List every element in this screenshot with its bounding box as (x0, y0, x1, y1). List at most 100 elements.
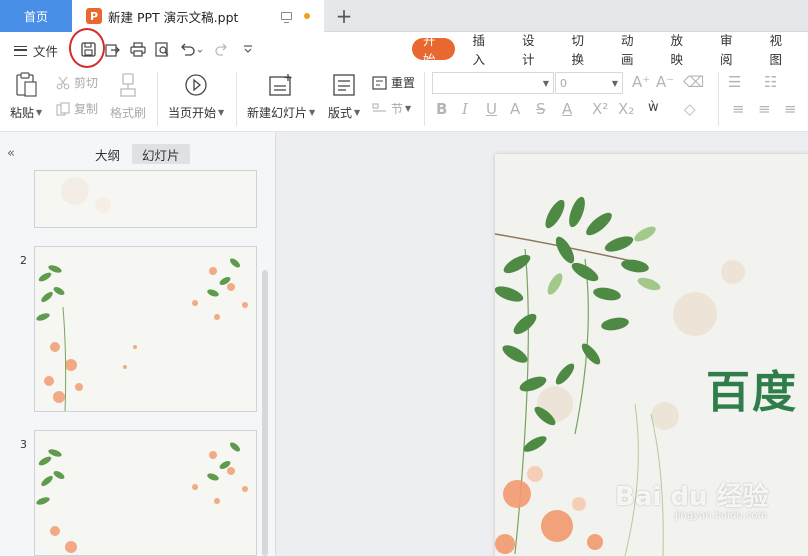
play-icon (185, 74, 207, 96)
slides-panel: « 大纲 幻灯片 2 3 (0, 132, 276, 556)
redo-icon[interactable] (212, 40, 230, 58)
hamburger-icon (14, 45, 27, 56)
print-icon[interactable] (129, 40, 147, 58)
copy-label: 复制 (74, 102, 99, 116)
save-highlight-annotation (69, 28, 105, 68)
ribbon-tab-view[interactable]: 视图 (759, 33, 802, 67)
font-color-icon[interactable]: A (562, 100, 572, 118)
ribbon-divider (718, 72, 719, 126)
slide-thumbnail[interactable] (34, 430, 257, 556)
editing-canvas: 百度 Bai du 经验 jingyan.baidu.com (276, 132, 808, 556)
decrease-font-icon[interactable]: A⁻ (656, 73, 674, 91)
document-title: 新建 PPT 演示文稿.ppt (108, 9, 239, 25)
chevron-down-icon: ▼ (611, 78, 618, 88)
font-size-select[interactable]: 0 ▼ (555, 72, 623, 94)
new-slide-label: 新建幻灯片 (247, 106, 308, 120)
ppt-file-icon: P (86, 8, 102, 24)
superscript-icon[interactable]: X² (592, 100, 608, 118)
paste-icon (16, 72, 37, 97)
bullet-list-icon[interactable]: ☰ (728, 73, 741, 91)
ribbon-divider (424, 72, 425, 126)
chevron-down-icon: ▼ (405, 104, 412, 113)
collapse-panel-icon[interactable]: « (7, 146, 15, 161)
reset-button[interactable]: 重置 (372, 74, 415, 91)
layout-icon (333, 74, 355, 96)
new-slide-icon (269, 74, 292, 96)
bold-icon[interactable]: B (436, 100, 447, 118)
increase-font-icon[interactable]: A⁺ (632, 73, 650, 91)
layout-button[interactable]: 版式 ▼ (328, 72, 360, 121)
font-family-select[interactable]: ▼ (432, 72, 554, 94)
file-menu-label: 文件 (33, 44, 59, 59)
align-center-icon[interactable]: ≡ (758, 100, 771, 118)
font-size-value: 0 (560, 76, 567, 90)
copy-button[interactable]: 复制 (56, 100, 98, 117)
section-button[interactable]: 节 ▼ (372, 100, 411, 117)
subscript-icon[interactable]: X₂ (618, 100, 634, 118)
copy-icon (56, 101, 70, 116)
unsaved-indicator (304, 13, 310, 19)
slide-number: 3 (20, 438, 27, 451)
tab-slides[interactable]: 幻灯片 (132, 144, 190, 164)
chevron-down-icon: ▼ (542, 78, 549, 88)
layout-label: 版式 (328, 106, 353, 120)
reset-label: 重置 (391, 76, 416, 90)
ribbon-tab-slideshow[interactable]: 放映 (660, 33, 703, 67)
clear-format-icon[interactable]: ⌫ (683, 73, 704, 91)
ribbon-tab-transition[interactable]: 切换 (561, 33, 604, 67)
cut-button[interactable]: 剪切 (56, 74, 98, 91)
ribbon-tab-insert[interactable]: 插入 (462, 33, 505, 67)
monitor-icon[interactable] (281, 12, 292, 23)
shadow-icon[interactable]: A (510, 100, 520, 118)
paste-label: 粘贴 (10, 106, 35, 120)
tab-home[interactable]: 首页 (0, 0, 72, 32)
ribbon-divider (157, 72, 158, 126)
tab-document[interactable]: P 新建 PPT 演示文稿.ppt (72, 0, 324, 32)
chevron-down-icon: ▼ (36, 108, 43, 117)
toolbar-row: 文件 开始 插入 设计 切换 动画 放映 审阅 视图 (0, 32, 808, 67)
baidu-watermark-url: jingyan.baidu.com (675, 510, 768, 521)
scissors-icon (56, 76, 70, 89)
new-tab-button[interactable]: + (332, 2, 356, 30)
ribbon-tab-review[interactable]: 审阅 (709, 33, 752, 67)
pinyin-icon[interactable]: ẁ (648, 100, 659, 115)
highlight-icon[interactable]: ◇ (684, 100, 696, 118)
section-label: 节 (391, 102, 404, 116)
export-icon[interactable] (104, 40, 122, 58)
ribbon-tab-home[interactable]: 开始 (412, 33, 455, 67)
play-from-current-label: 当页开始 (168, 106, 217, 120)
baidu-watermark: Bai du 经验 (615, 482, 769, 512)
current-slide[interactable]: 百度 Bai du 经验 jingyan.baidu.com (495, 154, 808, 556)
tab-outline[interactable]: 大纲 (85, 144, 130, 164)
slide-thumbnail[interactable] (34, 246, 257, 412)
tab-bar: 首页 P 新建 PPT 演示文稿.ppt + (0, 0, 808, 32)
format-painter-button[interactable]: 格式刷 (110, 72, 146, 121)
section-icon (372, 102, 386, 112)
ribbon-tab-design[interactable]: 设计 (511, 33, 554, 67)
file-menu-button[interactable]: 文件 (14, 41, 58, 60)
slide-thumbnail[interactable] (34, 170, 257, 228)
align-right-icon[interactable]: ≡ (784, 100, 797, 118)
print-preview-icon[interactable] (153, 40, 171, 58)
new-slide-button[interactable]: 新建幻灯片 ▼ (247, 72, 315, 121)
paste-button[interactable]: 粘贴 ▼ (10, 72, 42, 121)
ribbon-home: 粘贴 ▼ 剪切 复制 格式刷 当页开始 ▼ 新建幻灯片 ▼ 版式 ▼ 重置 节 … (0, 66, 808, 132)
slide-title[interactable]: 百度 (706, 356, 798, 420)
customize-toolbar-icon[interactable] (239, 40, 257, 58)
numbered-list-icon[interactable]: ☷ (764, 73, 777, 91)
italic-icon[interactable]: I (462, 100, 468, 118)
format-painter-label: 格式刷 (110, 106, 147, 120)
ribbon-divider (236, 72, 237, 126)
align-left-icon[interactable]: ≡ (732, 100, 745, 118)
panel-scrollbar[interactable] (262, 270, 268, 556)
cut-label: 剪切 (74, 76, 99, 90)
reset-icon (372, 75, 387, 90)
brush-icon (120, 73, 136, 97)
strikethrough-icon[interactable]: S (536, 100, 546, 118)
play-from-current-button[interactable]: 当页开始 ▼ (168, 72, 224, 121)
ribbon-tab-list: 开始 插入 设计 切换 动画 放映 审阅 视图 (412, 33, 808, 67)
undo-icon[interactable] (178, 40, 204, 58)
chevron-down-icon: ▼ (354, 108, 361, 117)
underline-icon[interactable]: U (486, 100, 497, 118)
ribbon-tab-animation[interactable]: 动画 (610, 33, 653, 67)
